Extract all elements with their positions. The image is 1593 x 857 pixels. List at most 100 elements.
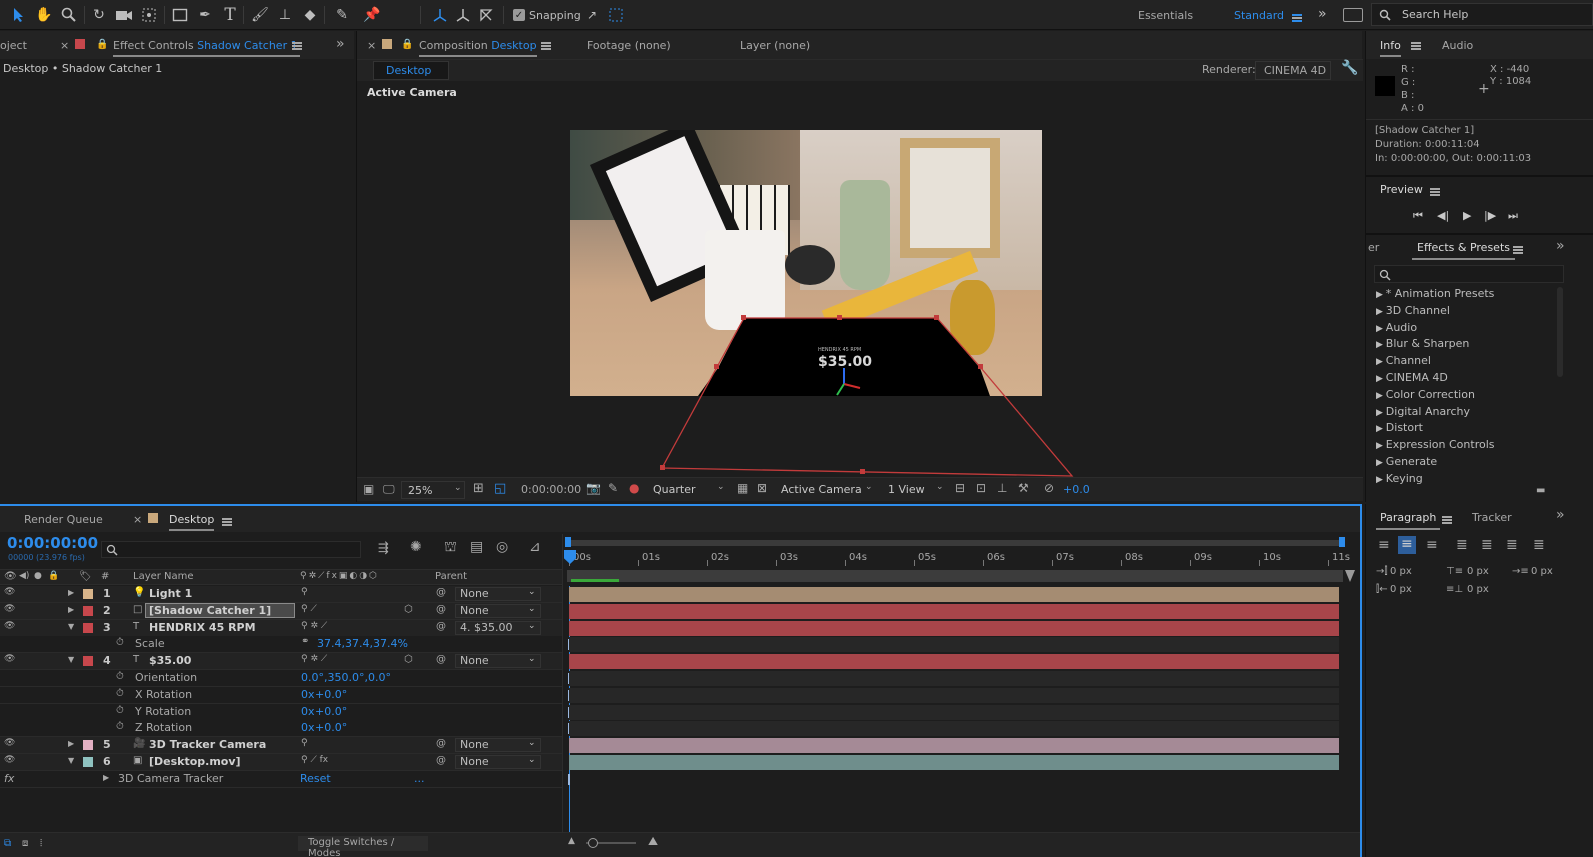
tab-footage[interactable]: Footage (none) (587, 39, 671, 52)
indent-right-value[interactable]: 0 px (1390, 584, 1412, 595)
paragraph-menu-icon[interactable] (1442, 513, 1452, 526)
tab-effect-controls[interactable]: Effect Controls Shadow Catcher 1 (113, 39, 300, 57)
effects-category-item[interactable]: ▶ Expression Controls (1376, 438, 1495, 451)
align-left-icon[interactable]: ≡ (1378, 537, 1390, 553)
tab-info[interactable]: Info (1380, 39, 1401, 57)
toggle-pixel-aspect-icon[interactable]: ⊟ (955, 481, 965, 495)
layer-bounds-outline[interactable] (657, 311, 1077, 481)
timeline-timecode[interactable]: 0:00:00:00 (7, 534, 98, 552)
monitor-icon[interactable]: 🖵 (383, 482, 395, 497)
effects-category-item[interactable]: ▶ Digital Anarchy (1376, 405, 1470, 418)
zoom-tool-icon[interactable] (59, 5, 79, 25)
close-icon[interactable]: × (133, 513, 142, 526)
workspace-menu-icon[interactable] (1292, 11, 1302, 24)
roto-brush-tool-icon[interactable]: ✎ (332, 5, 352, 25)
flowchart-icon[interactable]: ⚒ (1018, 481, 1029, 495)
wrench-icon[interactable]: 🔧 (1341, 60, 1358, 76)
work-area-bar[interactable] (567, 540, 1343, 546)
eraser-tool-icon[interactable]: ◆ (300, 5, 320, 25)
layer-duration-bar[interactable] (569, 620, 1339, 636)
space-before-value[interactable]: 0 px (1467, 566, 1489, 577)
effects-menu-icon[interactable] (1513, 243, 1523, 256)
effects-category-item[interactable]: ▶ Generate (1376, 455, 1437, 468)
effects-search-input[interactable] (1374, 265, 1564, 283)
justify-left-icon[interactable]: ≣ (1456, 537, 1468, 553)
layer-duration-bar[interactable] (569, 654, 1339, 670)
selection-tool-icon[interactable] (9, 5, 29, 25)
effects-category-item[interactable]: ▶ Distort (1376, 421, 1423, 434)
tab-audio[interactable]: Audio (1442, 39, 1473, 52)
fast-previews-icon[interactable]: ⊡ (976, 481, 986, 495)
viewer-timecode[interactable]: 0:00:00:00 (521, 483, 581, 496)
info-menu-icon[interactable] (1411, 39, 1421, 52)
comp-sub-tab[interactable]: Desktop (373, 61, 449, 80)
zoom-out-icon[interactable]: ▲ (568, 836, 575, 846)
in-out-toggle-icon[interactable]: ⦙ (40, 838, 42, 849)
transparency-grid-icon[interactable]: ▦ (737, 481, 748, 495)
pan-behind-tool-icon[interactable] (139, 5, 159, 25)
puppet-tool-icon[interactable]: 📌 (362, 5, 382, 25)
play-icon[interactable]: ▶ (1463, 209, 1471, 222)
rectangle-tool-icon[interactable] (170, 5, 190, 25)
view-layout-select[interactable]: 1 View ⌄ (884, 481, 948, 499)
align-right-icon[interactable]: ≡ (1426, 537, 1438, 553)
align-center-icon[interactable]: ≡ (1398, 536, 1416, 554)
time-ruler[interactable]: 00s 01s 02s 03s 04s 05s 06s 07s 08s 09s 10s 11s (563, 550, 1350, 566)
tab-layer[interactable]: Layer (none) (740, 39, 810, 52)
always-preview-icon[interactable]: ▣ (363, 482, 374, 496)
effects-category-item[interactable]: ▶ Keying (1376, 472, 1423, 485)
comp-end-marker[interactable] (1345, 570, 1355, 582)
workspace-overflow-icon[interactable]: » (1318, 6, 1327, 22)
snap-edges-icon[interactable]: ↗ (582, 5, 602, 25)
close-icon[interactable]: × (60, 39, 69, 52)
clone-stamp-tool-icon[interactable]: ⊥ (275, 5, 295, 25)
hand-tool-icon[interactable]: ✋ (34, 5, 54, 25)
timeline-search-input[interactable] (101, 541, 361, 558)
motion-blur-icon[interactable]: ◎ (496, 539, 508, 555)
view-axis-icon[interactable] (476, 5, 496, 25)
frame-blending-icon[interactable]: ▤ (470, 539, 483, 555)
panel-menu-icon[interactable] (292, 39, 302, 52)
graph-editor-icon[interactable]: ⊿ (529, 539, 541, 555)
keyframe-marker[interactable] (568, 773, 570, 785)
region-of-interest-icon[interactable]: ◱ (494, 481, 506, 496)
comp-mini-flowchart-icon[interactable]: ⇶ (378, 541, 389, 556)
mask-visibility-icon[interactable]: ⊠ (757, 481, 767, 495)
previous-frame-icon[interactable]: ◀| (1437, 209, 1449, 222)
tab-project[interactable]: oject (0, 39, 27, 52)
first-line-indent-value[interactable]: 0 px (1531, 566, 1553, 577)
type-tool-icon[interactable]: T (220, 5, 240, 25)
panel-overflow-icon[interactable]: » (336, 36, 345, 52)
next-frame-icon[interactable]: |▶ (1484, 209, 1496, 222)
justify-right-icon[interactable]: ≣ (1506, 537, 1518, 553)
renderer-select[interactable]: CINEMA 4D (1255, 61, 1331, 80)
lock-icon[interactable]: 🔒 (401, 39, 413, 50)
effects-category-item[interactable]: ▶ CINEMA 4D (1376, 371, 1448, 384)
work-area-end-handle[interactable] (1339, 537, 1345, 547)
workspace-essentials[interactable]: Essentials (1138, 9, 1193, 22)
effects-category-item[interactable]: ▶ Audio (1376, 321, 1417, 334)
tab-render-queue[interactable]: Render Queue (24, 513, 103, 526)
indent-left-value[interactable]: 0 px (1390, 566, 1412, 577)
show-snapshot-icon[interactable]: ✎ (608, 481, 618, 495)
reset-exposure-icon[interactable]: ⊘ (1044, 481, 1054, 495)
tab-timeline-desktop[interactable]: Desktop (169, 513, 215, 531)
shy-layers-icon[interactable]: ⛫ (444, 539, 457, 557)
snapshot-icon[interactable]: 📷 (586, 481, 601, 495)
first-frame-icon[interactable]: ⏮ (1413, 209, 1423, 223)
timeline-menu-icon[interactable] (222, 515, 232, 528)
tab-tracker[interactable]: Tracker (1472, 511, 1512, 524)
panel-overflow-icon[interactable]: » (1556, 507, 1565, 523)
world-axis-icon[interactable] (453, 5, 473, 25)
resolution-select[interactable]: Quarter ⌄ (649, 481, 729, 499)
layer-duration-bar[interactable] (569, 755, 1339, 770)
new-bin-icon[interactable]: ▬ (1536, 485, 1545, 496)
last-frame-icon[interactable]: ⏭ (1508, 209, 1518, 223)
tab-character[interactable]: er (1368, 241, 1379, 254)
draft-3d-icon[interactable]: ✺ (410, 539, 422, 555)
tab-effects-presets[interactable]: Effects & Presets (1412, 241, 1515, 260)
search-help-field[interactable]: Search Help (1371, 3, 1593, 26)
brush-tool-icon[interactable]: 🖌 (250, 5, 270, 25)
work-area-start-handle[interactable] (565, 537, 571, 547)
tab-composition[interactable]: Composition Desktop (419, 39, 537, 57)
